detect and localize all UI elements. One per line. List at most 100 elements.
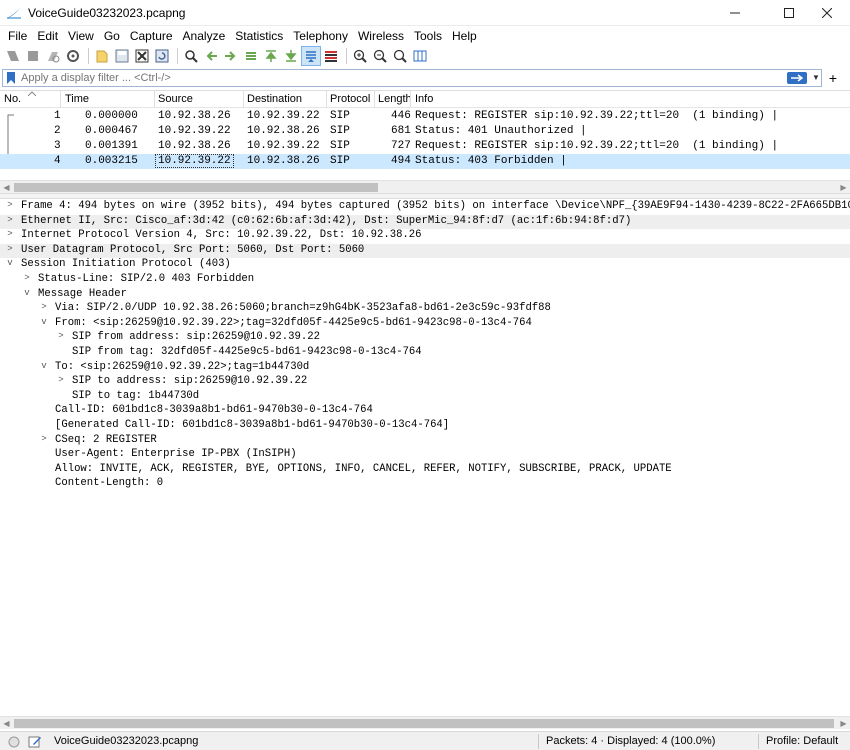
scrollbar-thumb[interactable]: [14, 719, 834, 728]
packet-row[interactable]: 2 0.000467 10.92.39.22 10.92.38.26 SIP 6…: [0, 124, 850, 139]
column-header-protocol[interactable]: Protocol: [330, 93, 370, 105]
column-header-no[interactable]: No.: [4, 93, 21, 105]
menu-telephony[interactable]: Telephony: [289, 29, 352, 43]
tree-item-allow[interactable]: Allow: INVITE, ACK, REGISTER, BYE, OPTIO…: [0, 463, 850, 478]
start-capture-icon[interactable]: [4, 47, 22, 65]
bookmark-icon[interactable]: [6, 72, 16, 84]
normal-size-icon[interactable]: [391, 47, 409, 65]
column-header-time[interactable]: Time: [65, 93, 89, 105]
tree-item-sip[interactable]: v Session Initiation Protocol (403): [0, 258, 850, 273]
display-filter-input[interactable]: [21, 71, 761, 85]
collapse-arrow-icon[interactable]: v: [39, 361, 49, 371]
stop-capture-icon[interactable]: [24, 47, 42, 65]
edit-comment-icon[interactable]: [28, 735, 42, 748]
minimize-button[interactable]: [712, 0, 758, 26]
packet-row[interactable]: 3 0.001391 10.92.38.26 10.92.39.22 SIP 7…: [0, 139, 850, 154]
packet-row-selected[interactable]: 4 0.003215 10.92.39.22 10.92.38.26 SIP 4…: [0, 154, 850, 169]
menu-capture[interactable]: Capture: [126, 29, 177, 43]
apply-filter-button[interactable]: [787, 72, 807, 84]
capture-options-icon[interactable]: [64, 47, 82, 65]
expand-arrow-icon[interactable]: >: [5, 229, 15, 239]
menu-view[interactable]: View: [64, 29, 98, 43]
column-header-info[interactable]: Info: [415, 93, 433, 105]
reload-file-icon[interactable]: [153, 47, 171, 65]
menu-edit[interactable]: Edit: [33, 29, 62, 43]
menu-statistics[interactable]: Statistics: [231, 29, 287, 43]
status-divider: [538, 734, 539, 749]
tree-item-ipv4[interactable]: > Internet Protocol Version 4, Src: 10.9…: [0, 229, 850, 244]
scroll-right-icon[interactable]: ▶: [837, 717, 850, 730]
zoom-out-icon[interactable]: [371, 47, 389, 65]
column-header-destination[interactable]: Destination: [247, 93, 302, 105]
close-icon: [822, 8, 832, 18]
status-profile[interactable]: Profile: Default: [766, 735, 838, 747]
expand-arrow-icon[interactable]: >: [56, 375, 66, 385]
column-divider[interactable]: [154, 91, 155, 108]
close-file-icon[interactable]: [133, 47, 151, 65]
details-hscrollbar[interactable]: ◀ ▶: [0, 716, 850, 729]
expand-arrow-icon[interactable]: >: [39, 302, 49, 312]
column-divider[interactable]: [326, 91, 327, 108]
close-button[interactable]: [804, 0, 850, 26]
tree-item-generated-call-id[interactable]: [Generated Call-ID: 601bd1c8-3039a8b1-bd…: [0, 419, 850, 434]
menu-help[interactable]: Help: [448, 29, 481, 43]
column-divider[interactable]: [374, 91, 375, 108]
tree-item-frame[interactable]: > Frame 4: 494 bytes on wire (3952 bits)…: [0, 200, 850, 215]
packet-row[interactable]: 1 0.000000 10.92.38.26 10.92.39.22 SIP 4…: [0, 109, 850, 124]
tree-item-sip-from-tag[interactable]: SIP from tag: 32dfd05f-4425e9c5-bd61-942…: [0, 346, 850, 361]
collapse-arrow-icon[interactable]: v: [39, 317, 49, 327]
restart-capture-icon[interactable]: [44, 47, 62, 65]
go-back-icon[interactable]: [202, 47, 220, 65]
tree-item-from[interactable]: v From: <sip:26259@10.92.39.22>;tag=32df…: [0, 317, 850, 332]
scroll-left-icon[interactable]: ◀: [0, 717, 13, 730]
tree-item-cseq[interactable]: > CSeq: 2 REGISTER: [0, 434, 850, 449]
column-divider[interactable]: [60, 91, 61, 108]
colorize-icon[interactable]: [322, 47, 340, 65]
collapse-arrow-icon[interactable]: v: [5, 258, 15, 268]
filter-history-dropdown[interactable]: ▼: [811, 71, 821, 85]
tree-item-sip-from-address[interactable]: > SIP from address: sip:26259@10.92.39.2…: [0, 331, 850, 346]
tree-item-via[interactable]: > Via: SIP/2.0/UDP 10.92.38.26:5060;bran…: [0, 302, 850, 317]
collapse-arrow-icon[interactable]: v: [22, 288, 32, 298]
tree-item-status-line[interactable]: > Status-Line: SIP/2.0 403 Forbidden: [0, 273, 850, 288]
tree-item-call-id[interactable]: Call-ID: 601bd1c8-3039a8b1-bd61-9470b30-…: [0, 404, 850, 419]
scrollbar-thumb[interactable]: [14, 183, 378, 192]
tree-item-content-length[interactable]: Content-Length: 0: [0, 477, 850, 492]
tree-item-user-agent[interactable]: User-Agent: Enterprise IP-PBX (InSIPH): [0, 448, 850, 463]
packet-source: 10.92.38.26: [158, 110, 231, 122]
go-to-packet-icon[interactable]: [242, 47, 260, 65]
auto-scroll-icon[interactable]: [301, 46, 321, 66]
expand-arrow-icon[interactable]: >: [5, 200, 15, 210]
expand-arrow-icon[interactable]: >: [22, 273, 32, 283]
add-filter-button[interactable]: +: [824, 69, 842, 87]
menu-file[interactable]: File: [4, 29, 31, 43]
expand-arrow-icon[interactable]: >: [5, 215, 15, 225]
tree-item-ethernet[interactable]: > Ethernet II, Src: Cisco_af:3d:42 (c0:6…: [0, 214, 850, 230]
open-file-icon[interactable]: [93, 47, 111, 65]
go-first-icon[interactable]: [262, 47, 280, 65]
menu-analyze[interactable]: Analyze: [179, 29, 230, 43]
column-header-length[interactable]: Length: [378, 93, 412, 105]
packet-list-hscrollbar[interactable]: ◀ ▶: [0, 180, 850, 193]
column-divider[interactable]: [243, 91, 244, 108]
expert-info-icon[interactable]: [8, 736, 20, 748]
menu-tools[interactable]: Tools: [410, 29, 446, 43]
menu-wireless[interactable]: Wireless: [354, 29, 408, 43]
save-file-icon[interactable]: [113, 47, 131, 65]
expand-arrow-icon[interactable]: >: [39, 434, 49, 444]
column-divider[interactable]: [410, 91, 411, 108]
tree-item-message-header[interactable]: v Message Header: [0, 288, 850, 303]
resize-columns-icon[interactable]: [411, 47, 429, 65]
tree-item-sip-to-address[interactable]: > SIP to address: sip:26259@10.92.39.22: [0, 375, 850, 390]
find-packet-icon[interactable]: [182, 47, 200, 65]
zoom-in-icon[interactable]: [351, 47, 369, 65]
expand-arrow-icon[interactable]: >: [56, 331, 66, 341]
tree-item-sip-to-tag[interactable]: SIP to tag: 1b44730d: [0, 390, 850, 405]
go-forward-icon[interactable]: [222, 47, 240, 65]
expand-arrow-icon[interactable]: >: [5, 244, 15, 254]
menu-go[interactable]: Go: [100, 29, 124, 43]
tree-item-to[interactable]: v To: <sip:26259@10.92.39.22>;tag=1b4473…: [0, 361, 850, 376]
go-last-icon[interactable]: [282, 47, 300, 65]
tree-item-udp[interactable]: > User Datagram Protocol, Src Port: 5060…: [0, 243, 850, 259]
column-header-source[interactable]: Source: [158, 93, 193, 105]
